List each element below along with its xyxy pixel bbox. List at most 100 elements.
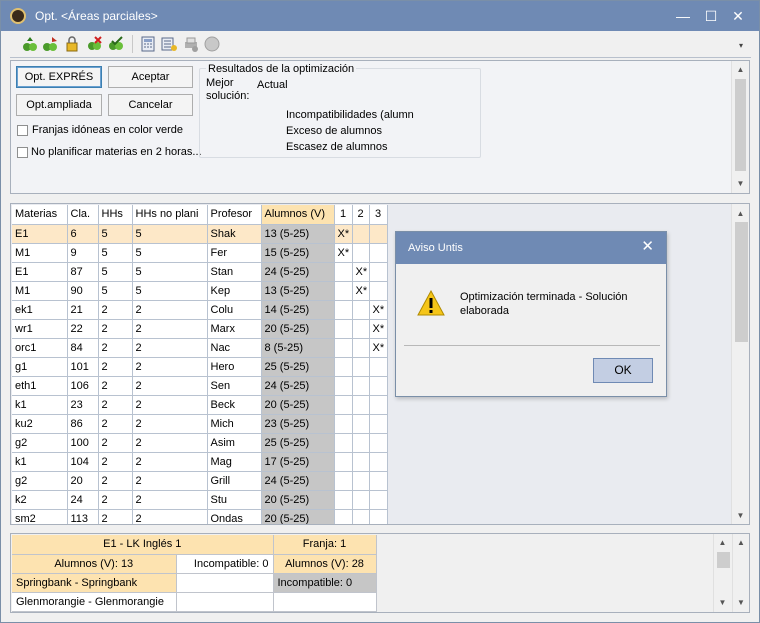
grid-cell[interactable] [334,319,353,339]
grid-cell[interactable]: 2 [132,509,208,524]
grid-cell[interactable]: Nac [207,338,262,358]
grid-cell[interactable]: Beck [207,395,262,415]
aceptar-button[interactable]: Aceptar [108,66,193,88]
grid-cell[interactable]: 21 [67,300,99,320]
no-planificar-checkbox[interactable] [17,147,28,158]
grid-cell[interactable]: 23 [67,395,99,415]
grid-column-header[interactable]: HHs no plani [132,205,208,225]
delete-lessons-icon[interactable] [86,36,102,52]
table-row[interactable]: g2 20 2 2 Grill 24 (5-25) [12,471,388,491]
grid-cell[interactable] [369,433,388,453]
grid-cell[interactable] [334,376,353,396]
grid-cell[interactable]: 5 [98,262,133,282]
grid-cell[interactable]: k2 [12,490,68,510]
grid-cell[interactable]: k1 [12,452,68,472]
grid-cell[interactable] [352,414,370,434]
grid-cell[interactable]: g1 [12,357,68,377]
table-row[interactable]: g1 101 2 2 Hero 25 (5-25) [12,357,388,377]
grid-cell[interactable]: X* [352,262,370,282]
grid-cell[interactable] [334,414,353,434]
grid-cell[interactable]: 2 [98,471,133,491]
grid-cell[interactable]: 84 [67,338,99,358]
grid-cell[interactable]: 2 [132,452,208,472]
grid-cell[interactable]: 24 (5-25) [261,471,335,491]
grid-cell[interactable]: Marx [207,319,262,339]
grid-cell[interactable]: 2 [98,300,133,320]
grid-cell[interactable]: Asim [207,433,262,453]
grid-cell[interactable]: eth1 [12,376,68,396]
grid-cell[interactable]: Fer [207,243,262,263]
table-row[interactable]: E1 87 5 5 Stan 24 (5-25) X* [12,262,388,282]
grid-cell[interactable] [352,300,370,320]
table-row[interactable]: k2 24 2 2 Stu 20 (5-25) [12,490,388,510]
grid-cell[interactable] [369,414,388,434]
table-row[interactable]: E1 6 5 5 Shak 13 (5-25) X* [12,224,388,244]
details-row-springbank[interactable]: Springbank - Springbank [12,573,177,593]
stop-icon[interactable] [204,36,220,52]
grid-cell[interactable]: 2 [98,395,133,415]
grid-cell[interactable]: sm2 [12,509,68,524]
lock-icon[interactable] [64,36,80,52]
details-scroll-down-icon[interactable]: ▼ [714,596,731,610]
grid-cell[interactable] [369,243,388,263]
grid-cell[interactable] [369,490,388,510]
details-outer-scroll-up-icon[interactable]: ▲ [733,536,749,550]
grid-cell[interactable] [334,490,353,510]
grid-scrollbar[interactable]: ▲ ▼ [731,204,749,524]
grid-cell[interactable] [352,376,370,396]
grid-cell[interactable]: ek1 [12,300,68,320]
details-row-glenmorangie[interactable]: Glenmorangie - Glenmorangie [12,592,177,612]
grid-cell[interactable]: X* [352,281,370,301]
grid-cell[interactable] [369,281,388,301]
scroll-up-icon[interactable]: ▲ [732,63,749,77]
grid-cell[interactable]: X* [369,338,388,358]
grid-cell[interactable]: X* [334,243,353,263]
franjas-checkbox[interactable] [17,125,28,136]
close-button[interactable]: ✕ [728,7,748,25]
table-row[interactable]: g2 100 2 2 Asim 25 (5-25) [12,433,388,453]
grid-cell[interactable] [334,262,353,282]
grid-cell[interactable]: Mag [207,452,262,472]
grid-cell[interactable]: 5 [132,224,208,244]
grid-cell[interactable]: 2 [98,319,133,339]
settings-icon[interactable] [161,36,177,52]
grid-cell[interactable] [334,452,353,472]
grid-cell[interactable]: orc1 [12,338,68,358]
grid-cell[interactable]: Colu [207,300,262,320]
grid-cell[interactable]: 20 (5-25) [261,395,335,415]
grid-cell[interactable] [369,452,388,472]
grid-column-header[interactable]: 1 [334,205,353,225]
grid-column-header[interactable]: Profesor [207,205,262,225]
calculator-icon[interactable] [140,36,156,52]
grid-cell[interactable] [334,509,353,524]
grid-cell[interactable]: 2 [132,414,208,434]
opt-expres-button[interactable]: Opt. EXPRÉS [16,66,102,88]
grid-cell[interactable] [369,357,388,377]
grid-column-header[interactable]: 2 [352,205,370,225]
grid-cell[interactable]: E1 [12,262,68,282]
scroll-thumb[interactable] [735,79,746,171]
grid-cell[interactable]: 20 (5-25) [261,490,335,510]
grid-column-header[interactable]: HHs [98,205,133,225]
grid-cell[interactable]: 5 [98,281,133,301]
grid-cell[interactable]: X* [369,319,388,339]
grid-cell[interactable]: 2 [98,433,133,453]
grid-cell[interactable]: wr1 [12,319,68,339]
grid-cell[interactable] [352,243,370,263]
details-scroll-thumb[interactable] [717,552,730,568]
details-scrollbar-inner[interactable]: ▲ ▼ [713,534,731,612]
grid-cell[interactable] [352,319,370,339]
toolbar-overflow-icon[interactable]: ▾ [739,41,743,50]
grid-cell[interactable] [352,452,370,472]
grid-cell[interactable] [352,338,370,358]
grid-column-header[interactable]: Alumnos (V) [261,205,335,225]
grid-cell[interactable]: Grill [207,471,262,491]
grid-cell[interactable]: 113 [67,509,99,524]
grid-cell[interactable]: 25 (5-25) [261,433,335,453]
grid-cell[interactable]: Kep [207,281,262,301]
table-row[interactable]: k1 104 2 2 Mag 17 (5-25) [12,452,388,472]
grid-cell[interactable]: 90 [67,281,99,301]
grid-cell[interactable]: 25 (5-25) [261,357,335,377]
grid-cell[interactable] [369,471,388,491]
check-icon[interactable] [108,36,124,52]
